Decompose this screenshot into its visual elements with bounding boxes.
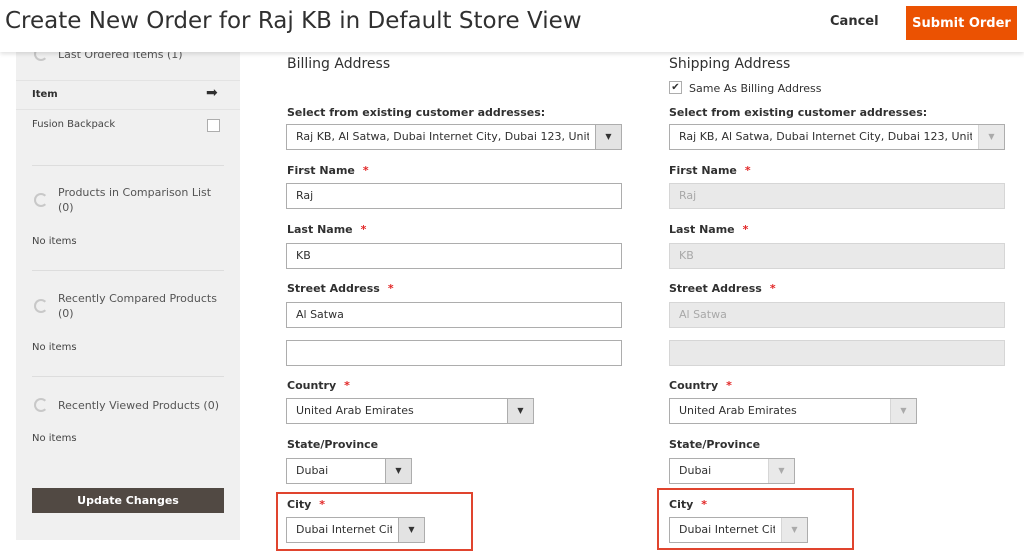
required-icon: *	[742, 223, 749, 236]
label-text: Country	[669, 379, 719, 392]
select-value: United Arab Emirates	[296, 404, 414, 417]
item-header-row: Item ➡	[16, 80, 240, 110]
first-name-label: First Name *	[669, 164, 751, 177]
same-as-billing-label[interactable]: Same As Billing Address	[689, 82, 821, 95]
label-text: Country	[287, 379, 337, 392]
no-items-text: No items	[32, 342, 77, 353]
billing-country-select[interactable]: United Arab Emirates ▼	[286, 398, 534, 424]
refresh-icon[interactable]	[34, 299, 48, 313]
shipping-first-name-input[interactable]: Raj	[669, 183, 1005, 209]
refresh-icon[interactable]	[34, 398, 48, 412]
last-name-label: Last Name *	[287, 223, 366, 236]
billing-street-input-1[interactable]: Al Satwa	[286, 302, 622, 328]
required-icon: *	[769, 282, 776, 295]
chevron-down-icon: ▼	[890, 399, 916, 423]
required-icon: *	[360, 223, 367, 236]
street-label: Street Address *	[287, 282, 394, 295]
street-label: Street Address *	[669, 282, 776, 295]
shipping-address-select[interactable]: Raj KB, Al Satwa, Dubai Internet City, D…	[669, 124, 1005, 150]
divider	[32, 270, 224, 271]
shipping-country-select[interactable]: United Arab Emirates ▼	[669, 398, 917, 424]
label-text: Street Address	[287, 282, 380, 295]
billing-city-select[interactable]: Dubai Internet City ▼	[286, 517, 425, 543]
city-label: City *	[287, 498, 325, 511]
billing-address-select[interactable]: Raj KB, Al Satwa, Dubai Internet City, D…	[286, 124, 622, 150]
refresh-icon[interactable]	[34, 193, 48, 207]
no-items-text: No items	[32, 433, 77, 444]
label-text: Last Name	[287, 223, 353, 236]
state-label: State/Province	[669, 438, 761, 451]
chevron-down-icon: ▼	[595, 125, 621, 149]
select-value: Dubai Internet City	[296, 523, 392, 536]
chevron-down-icon: ▼	[978, 125, 1004, 149]
country-label: Country *	[669, 379, 732, 392]
comparison-title: Products in Comparison List (0)	[58, 186, 212, 214]
billing-state-select[interactable]: Dubai ▼	[286, 458, 412, 484]
label-text: First Name	[287, 164, 355, 177]
arrow-right-icon[interactable]: ➡	[206, 85, 218, 101]
sidebar: Last Ordered Items (1) Item ➡ Fusion Bac…	[16, 30, 240, 540]
label-text: Street Address	[669, 282, 762, 295]
required-icon: *	[387, 282, 394, 295]
update-changes-button[interactable]: Update Changes	[32, 488, 224, 513]
city-label: City *	[669, 498, 707, 511]
label-text: First Name	[669, 164, 737, 177]
list-item: Fusion Backpack	[32, 119, 116, 130]
label-text: City	[287, 498, 312, 511]
divider	[32, 376, 224, 377]
label-text: Last Name	[669, 223, 735, 236]
first-name-label: First Name *	[287, 164, 369, 177]
cancel-button[interactable]: Cancel	[830, 14, 879, 29]
country-label: Country *	[287, 379, 350, 392]
select-value: Dubai Internet City	[679, 523, 775, 536]
select-value: Raj KB, Al Satwa, Dubai Internet City, D…	[296, 130, 589, 143]
chevron-down-icon: ▼	[768, 459, 794, 483]
shipping-state-select[interactable]: Dubai ▼	[669, 458, 795, 484]
shipping-select-label: Select from existing customer addresses:	[669, 106, 928, 119]
billing-last-name-input[interactable]: KB	[286, 243, 622, 269]
shipping-title: Shipping Address	[669, 56, 791, 72]
required-icon: *	[701, 498, 708, 511]
label-text: City	[669, 498, 694, 511]
item-checkbox[interactable]	[207, 119, 220, 132]
required-icon: *	[319, 498, 326, 511]
shipping-city-select[interactable]: Dubai Internet City ▼	[669, 517, 808, 543]
chevron-down-icon: ▼	[781, 518, 807, 542]
no-items-text: No items	[32, 236, 77, 247]
same-as-billing-checkbox[interactable]: ✔	[669, 81, 682, 94]
shipping-last-name-input[interactable]: KB	[669, 243, 1005, 269]
page-header: Create New Order for Raj KB in Default S…	[0, 0, 1024, 52]
billing-first-name-input[interactable]: Raj	[286, 183, 622, 209]
billing-street-input-2[interactable]	[286, 340, 622, 366]
recently-compared-title: Recently Compared Products (0)	[58, 292, 217, 320]
item-header: Item	[32, 89, 58, 100]
select-value: Dubai	[679, 464, 712, 477]
divider	[32, 165, 224, 166]
select-value: Dubai	[296, 464, 329, 477]
chevron-down-icon: ▼	[398, 518, 424, 542]
chevron-down-icon: ▼	[507, 399, 533, 423]
select-value: United Arab Emirates	[679, 404, 797, 417]
required-icon: *	[726, 379, 732, 392]
select-value: Raj KB, Al Satwa, Dubai Internet City, D…	[679, 130, 972, 143]
required-icon: *	[362, 164, 369, 177]
page-title: Create New Order for Raj KB in Default S…	[5, 8, 582, 34]
shipping-street-input-2[interactable]	[669, 340, 1005, 366]
state-label: State/Province	[287, 438, 379, 451]
submit-order-button[interactable]: Submit Order	[906, 6, 1017, 40]
required-icon: *	[744, 164, 751, 177]
chevron-down-icon: ▼	[385, 459, 411, 483]
billing-title: Billing Address	[287, 56, 391, 72]
required-icon: *	[344, 379, 350, 392]
last-name-label: Last Name *	[669, 223, 748, 236]
shipping-street-input-1[interactable]: Al Satwa	[669, 302, 1005, 328]
billing-select-label: Select from existing customer addresses:	[287, 106, 546, 119]
recently-viewed-title: Recently Viewed Products (0)	[58, 399, 220, 412]
